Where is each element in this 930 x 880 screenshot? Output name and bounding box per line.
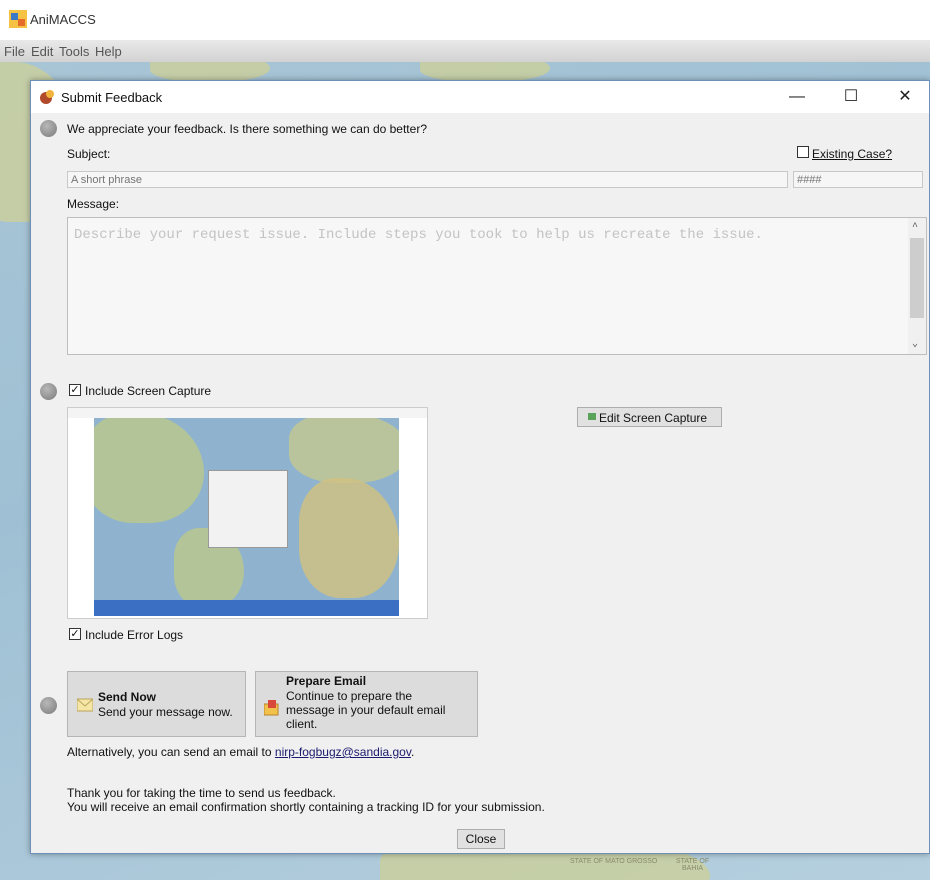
scroll-down-icon[interactable]: ⌄: [912, 338, 918, 350]
prepare-email-button[interactable]: Prepare Email Continue to prepare the me…: [255, 671, 478, 737]
thanks-line-1: Thank you for taking the time to send us…: [67, 786, 336, 800]
close-button[interactable]: Close: [457, 829, 505, 849]
alt-period: .: [410, 745, 415, 759]
screen-capture-preview: [67, 407, 428, 619]
existing-case-checkbox[interactable]: [797, 146, 809, 158]
prepare-email-desc-line2: message in your default email: [286, 703, 446, 717]
submit-feedback-dialog: Submit Feedback — ☐ ✕ We appreciate your…: [30, 80, 930, 854]
step-2-icon: [40, 383, 57, 400]
send-now-description: Send your message now.: [98, 705, 233, 719]
message-label: Message:: [67, 197, 120, 211]
send-now-button[interactable]: Send Now Send your message now.: [67, 671, 246, 737]
menu-file[interactable]: File: [4, 44, 25, 59]
map-label-mato-grosso: STATE OF MATO GROSSO: [570, 858, 657, 865]
prepare-email-desc-line1: Continue to prepare the: [286, 689, 413, 703]
scroll-thumb[interactable]: [910, 238, 924, 318]
edit-capture-icon: [588, 413, 596, 420]
include-logs-checkbox[interactable]: ✓: [69, 628, 81, 640]
menubar: File Edit Tools Help: [0, 40, 930, 62]
edit-capture-label: Edit Screen Capture: [599, 411, 708, 425]
app-titlebar: AniMACCS: [0, 0, 930, 40]
case-number-input[interactable]: [793, 171, 923, 188]
edit-screen-capture-button[interactable]: Edit Screen Capture: [577, 407, 722, 427]
scroll-up-icon[interactable]: ^: [912, 222, 918, 233]
map-label-bahia: STATE OF BAHIA: [675, 858, 710, 872]
prepare-email-desc-line3: client.: [286, 717, 318, 731]
menu-help[interactable]: Help: [95, 44, 122, 59]
subject-label: Subject:: [67, 147, 111, 161]
message-textarea[interactable]: Describe your request issue. Include ste…: [67, 217, 927, 355]
animaccs-logo-icon: [9, 10, 27, 28]
include-capture-checkbox[interactable]: ✓: [69, 384, 81, 396]
prepare-email-title: Prepare Email: [286, 674, 367, 688]
alt-text: Alternatively, you can send an email to: [67, 745, 272, 759]
subject-input[interactable]: [67, 171, 788, 188]
intro-text: We appreciate your feedback. Is there so…: [67, 122, 427, 136]
app-title: AniMACCS: [30, 12, 96, 27]
message-scrollbar[interactable]: ^ ⌄: [908, 218, 926, 354]
feedback-icon: [40, 90, 54, 104]
thanks-line-2: You will receive an email confirmation s…: [67, 800, 545, 814]
include-logs-label: Include Error Logs: [85, 628, 184, 642]
email-client-icon: [264, 700, 279, 716]
close-window-button[interactable]: ✕: [885, 85, 925, 109]
message-placeholder: Describe your request issue. Include ste…: [74, 227, 763, 243]
support-email-link[interactable]: nirp-fogbugz@sandia.gov: [275, 745, 411, 759]
envelope-icon: [77, 698, 93, 712]
include-capture-label: Include Screen Capture: [85, 384, 212, 398]
existing-case-label: Existing Case?: [812, 147, 893, 161]
menu-edit[interactable]: Edit: [31, 44, 53, 59]
alternative-email-text: Alternatively, you can send an email to …: [67, 745, 414, 759]
maximize-button[interactable]: ☐: [831, 85, 871, 109]
menu-tools[interactable]: Tools: [59, 44, 89, 59]
step-1-icon: [40, 120, 57, 137]
minimize-button[interactable]: —: [777, 85, 817, 109]
step-3-icon: [40, 697, 57, 714]
send-now-title: Send Now: [98, 690, 157, 704]
dialog-title: Submit Feedback: [61, 90, 163, 105]
dialog-titlebar: Submit Feedback — ☐ ✕: [31, 81, 929, 113]
